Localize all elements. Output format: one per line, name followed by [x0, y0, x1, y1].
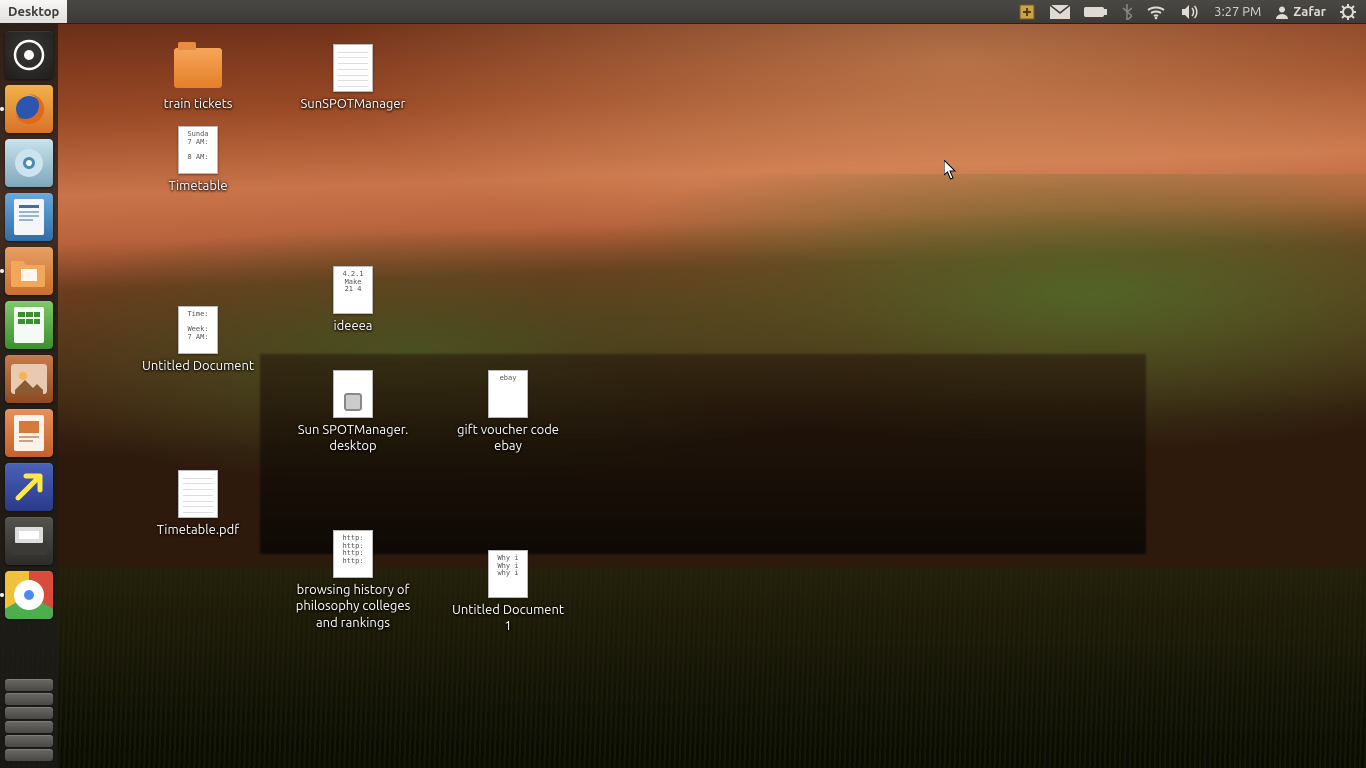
desktop-surface[interactable]: train tickets SunSPOTManager Sunda 7 AM: 8… — [58, 24, 1366, 768]
document-icon — [329, 44, 377, 92]
desktop-icon-train-tickets[interactable]: train tickets — [128, 44, 268, 112]
desktop-icon-label: Untitled Document 1 — [438, 602, 578, 635]
launcher-firefox[interactable] — [5, 85, 53, 133]
system-indicators: 3:27 PM Zafar — [1018, 3, 1366, 21]
document-icon — [174, 470, 222, 518]
desktop-icon-label: Sun SPOTManager. desktop — [283, 422, 423, 455]
launcher-scanner[interactable] — [5, 517, 53, 565]
launcher-files[interactable] — [5, 247, 53, 295]
desktop-icon-browsing-hist[interactable]: http: http: http: http:browsing history … — [283, 530, 423, 631]
launcher-calc[interactable] — [5, 301, 53, 349]
launcher-dash[interactable] — [5, 31, 53, 79]
desktop-icon-timetable-pdf[interactable]: Timetable.pdf — [128, 470, 268, 538]
desktop-icon-label: Timetable.pdf — [128, 522, 268, 538]
top-panel: Desktop 3:27 PM Zafar — [0, 0, 1366, 24]
desktop-icon-label: gift voucher code ebay — [438, 422, 578, 455]
desktop-icon-gift-voucher[interactable]: ebay gift voucher code ebay — [438, 370, 578, 455]
desktop-icon-ideeea[interactable]: 4.2.1 Make 21 4 ideeea — [283, 266, 423, 334]
desktop-icon-sunspot-jnlp[interactable]: SunSPOTManager — [283, 44, 423, 112]
launcher-impress[interactable] — [5, 409, 53, 457]
launcher-shotwell[interactable] — [5, 355, 53, 403]
battery-icon[interactable] — [1084, 6, 1108, 18]
user-name: Zafar — [1293, 5, 1326, 19]
volume-icon[interactable] — [1180, 4, 1200, 20]
document-icon: 4.2.1 Make 21 4 — [329, 266, 377, 314]
desktop-icon-untitled-doc-1[interactable]: Why i Why i why i Untitled Document 1 — [438, 550, 578, 635]
document-icon: Time: Week: 7 AM: — [174, 306, 222, 354]
user-icon — [1275, 5, 1289, 19]
desktop-icon-label: train tickets — [128, 96, 268, 112]
user-menu[interactable]: Zafar — [1275, 5, 1326, 19]
active-app-title: Desktop — [0, 0, 67, 23]
desktop-icon-untitled-doc[interactable]: Time: Week: 7 AM: Untitled Document — [128, 306, 268, 374]
launcher-overflow-stack[interactable] — [5, 678, 53, 768]
clock[interactable]: 3:27 PM — [1214, 5, 1261, 19]
desktop-icon-label: Untitled Document — [128, 358, 268, 374]
desktop-icon-label: browsing history of philosophy colleges … — [283, 582, 423, 631]
network-wifi-icon[interactable] — [1146, 4, 1166, 20]
document-icon: Sunda 7 AM: 8 AM: — [174, 126, 222, 174]
desktop-icon-sunspot-desktop[interactable]: Sun SPOTManager. desktop — [283, 370, 423, 455]
unity-launcher — [0, 24, 58, 768]
launcher-writer[interactable] — [5, 193, 53, 241]
launcher-chrome[interactable] — [5, 571, 53, 619]
document-locked-icon — [329, 370, 377, 418]
desktop-icon-label: Timetable — [128, 178, 268, 194]
folder-icon — [174, 44, 222, 92]
session-cog-icon[interactable] — [1340, 4, 1356, 20]
document-icon: Why i Why i why i — [484, 550, 532, 598]
mail-icon[interactable] — [1050, 5, 1070, 19]
document-icon: ebay — [484, 370, 532, 418]
desktop-icon-label: SunSPOTManager — [283, 96, 423, 112]
desktop-icon-timetable[interactable]: Sunda 7 AM: 8 AM: Timetable — [128, 126, 268, 194]
launcher-chromium[interactable] — [5, 139, 53, 187]
document-icon: http: http: http: http: — [329, 530, 377, 578]
update-notifier-icon[interactable] — [1018, 3, 1036, 21]
bluetooth-icon[interactable] — [1122, 4, 1132, 20]
desktop-icon-label: ideeea — [283, 318, 423, 334]
launcher-arrow[interactable] — [5, 463, 53, 511]
